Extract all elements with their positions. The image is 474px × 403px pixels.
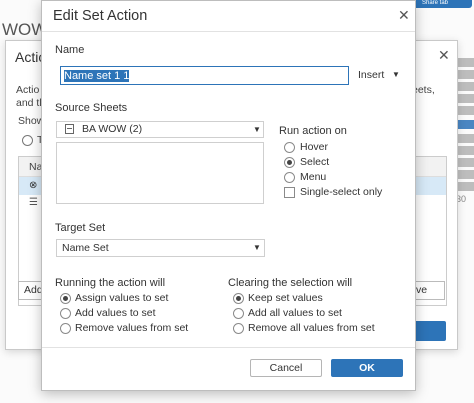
run-action-on-label: Run action on [279, 125, 347, 137]
dashboard-icon [65, 124, 74, 134]
dialog-title: Edit Set Action [53, 8, 148, 24]
hover-label: Hover [300, 141, 329, 153]
filter-action-icon: ☰ [29, 197, 38, 208]
keep-set-values-label: Keep set values [248, 292, 323, 304]
select-label: Select [300, 156, 330, 168]
clearing-selection-label: Clearing the selection will [228, 277, 353, 289]
remove-values-label: Remove values from set [75, 322, 189, 334]
edit-set-action-dialog: Edit Set Action ✕ Name Insert ▼ Source S… [41, 0, 416, 391]
running-action-label: Running the action will [55, 277, 166, 289]
menu-radio[interactable] [284, 172, 295, 183]
source-sheets-label: Source Sheets [55, 102, 128, 114]
chevron-down-icon: ▼ [253, 243, 261, 252]
remove-values-radio[interactable] [60, 323, 71, 334]
cancel-button[interactable]: Cancel [250, 359, 322, 377]
source-sheets-dropdown[interactable]: BA WOW (2) ▼ [56, 121, 264, 138]
add-values-label: Add values to set [75, 307, 156, 319]
set-action-icon: ⊗ [29, 180, 38, 191]
close-icon[interactable]: ✕ [398, 7, 410, 24]
target-set-selected: Name Set [62, 242, 109, 254]
share-tab-label: Share tab [422, 0, 449, 6]
target-set-dropdown[interactable]: Name Set ▼ [56, 239, 265, 257]
show-option-radio[interactable] [22, 135, 33, 146]
remove-all-values-radio[interactable] [233, 323, 244, 334]
select-radio[interactable] [284, 157, 295, 168]
remove-all-values-label: Remove all values from set [248, 322, 375, 334]
target-set-label: Target Set [55, 222, 106, 234]
hover-radio[interactable] [284, 142, 295, 153]
single-select-checkbox[interactable] [284, 187, 295, 198]
assign-values-radio[interactable] [60, 293, 71, 304]
keep-set-values-radio[interactable] [233, 293, 244, 304]
menu-label: Menu [300, 171, 327, 183]
add-all-values-radio[interactable] [233, 308, 244, 319]
divider [42, 31, 415, 32]
assign-values-label: Assign values to set [75, 292, 169, 304]
chevron-down-icon: ▼ [253, 125, 261, 134]
chevron-down-icon[interactable]: ▼ [392, 70, 400, 79]
add-all-values-label: Add all values to set [248, 307, 342, 319]
source-sheets-list[interactable] [56, 142, 264, 204]
single-select-label: Single-select only [300, 186, 383, 198]
name-input[interactable] [60, 66, 349, 85]
insert-menu[interactable]: Insert [358, 69, 384, 81]
name-label: Name [55, 44, 85, 56]
ok-button[interactable]: OK [331, 359, 403, 377]
close-icon[interactable]: ✕ [438, 47, 450, 64]
add-values-radio[interactable] [60, 308, 71, 319]
divider [42, 347, 415, 348]
source-sheets-selected: BA WOW (2) [82, 123, 143, 135]
share-tab-button[interactable]: Share tab [412, 0, 472, 8]
